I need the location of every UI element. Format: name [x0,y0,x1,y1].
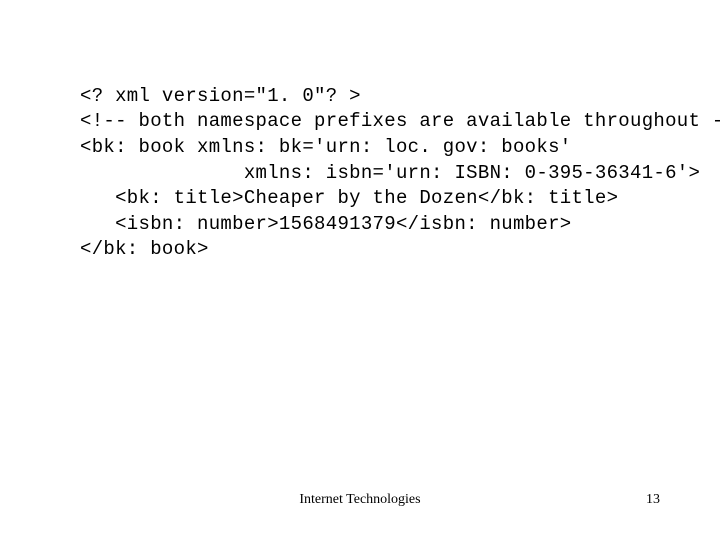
code-line-7: </bk: book> [80,238,209,260]
xml-code-block: <? xml version="1. 0"? > <!-- both names… [80,58,720,263]
code-line-2: <!-- both namespace prefixes are availab… [80,110,720,132]
code-line-4: xmlns: isbn='urn: ISBN: 0-395-36341-6'> [80,162,700,184]
footer-title: Internet Technologies [0,492,720,508]
code-line-6: <isbn: number>1568491379</isbn: number> [80,213,571,235]
footer-page-number: 13 [646,492,660,508]
code-line-5: <bk: title>Cheaper by the Dozen</bk: tit… [80,187,618,209]
code-line-1: <? xml version="1. 0"? > [80,85,361,107]
code-line-3: <bk: book xmlns: bk='urn: loc. gov: book… [80,136,571,158]
